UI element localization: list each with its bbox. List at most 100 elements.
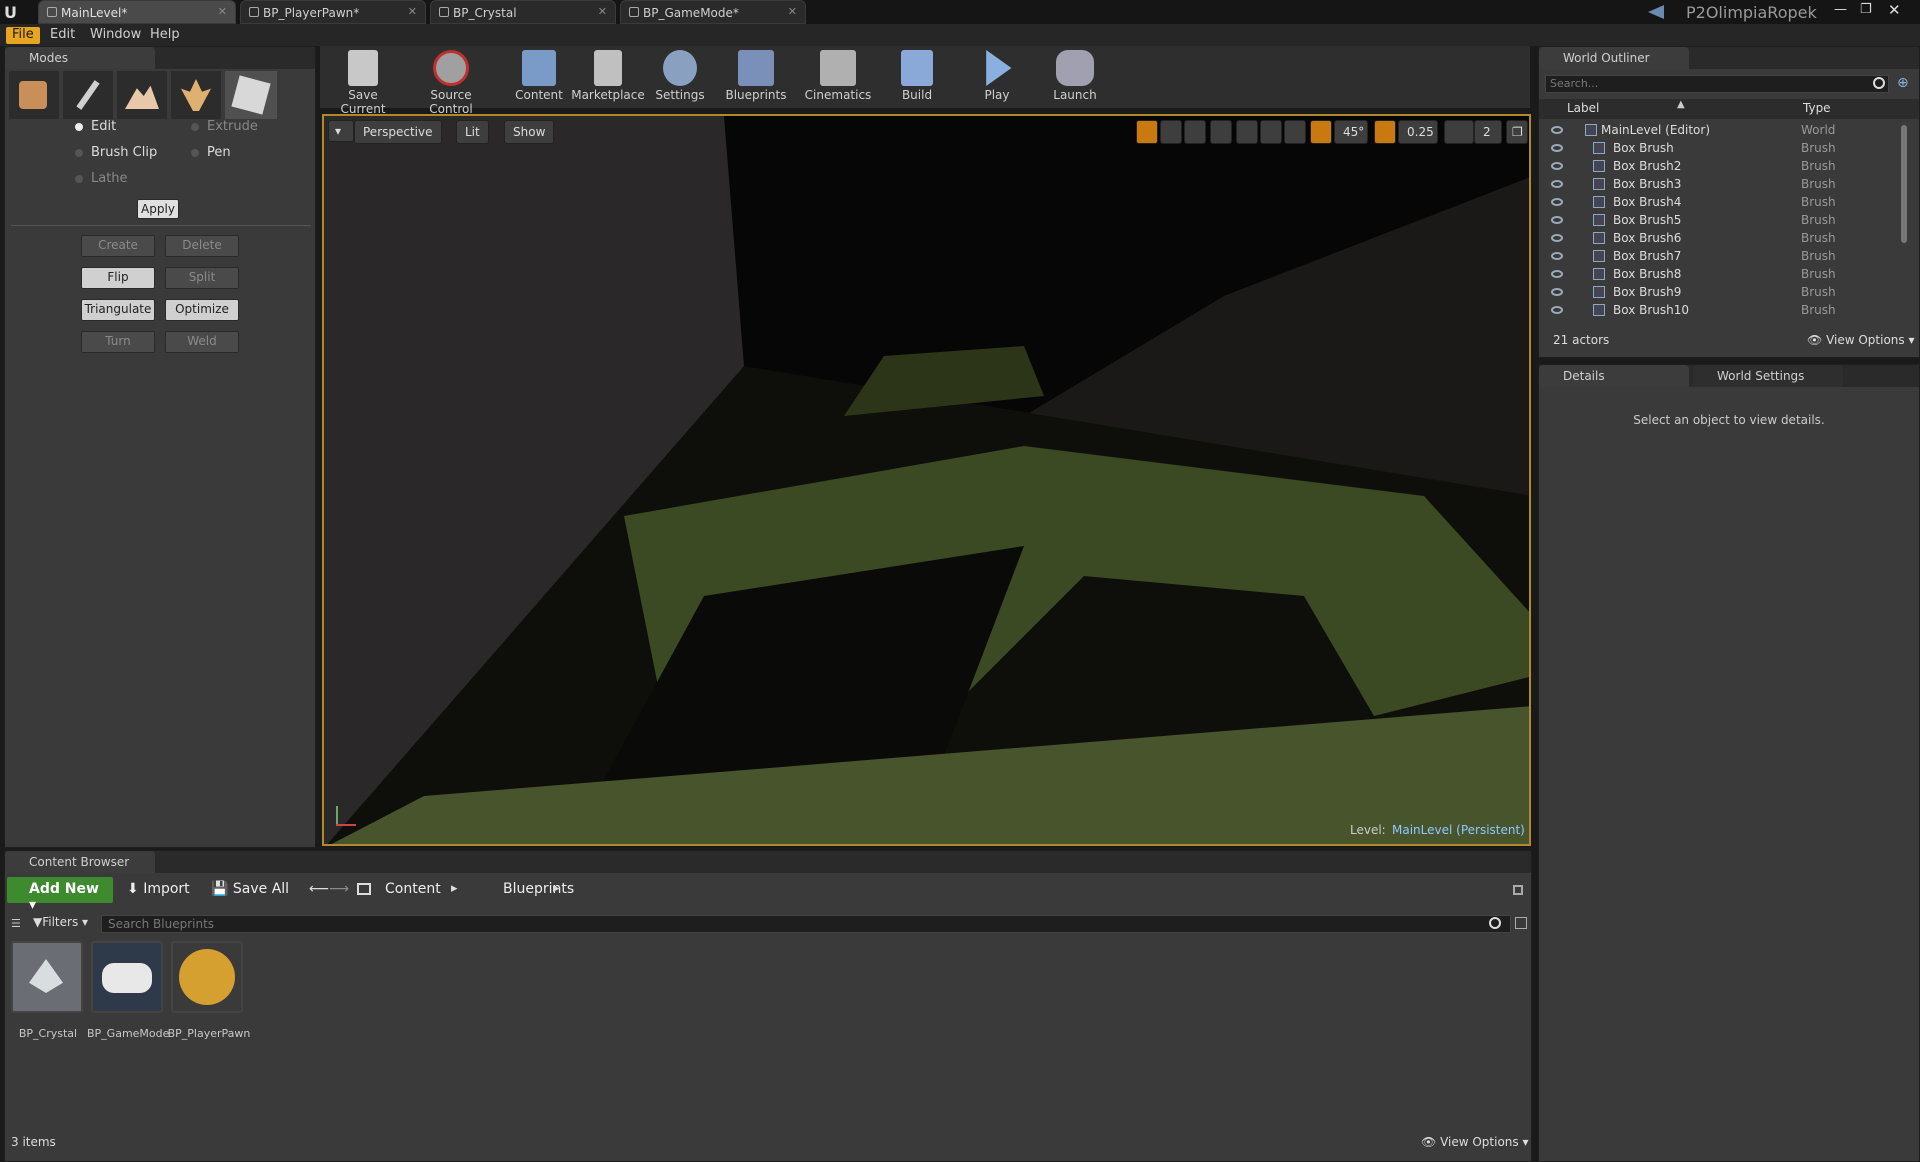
rotation-snap-value[interactable]: 45° (1334, 120, 1368, 144)
perspective-button[interactable]: Perspective (354, 120, 442, 144)
visibility-eye-icon[interactable] (1551, 306, 1563, 314)
flip-button[interactable]: Flip (81, 267, 155, 289)
menu-window[interactable]: Window (84, 27, 147, 44)
sources-toggle-icon[interactable]: ☰ (11, 917, 21, 930)
forward-arrow-icon[interactable]: ⟶ (329, 881, 349, 897)
blueprints-button[interactable]: Blueprints (724, 46, 788, 108)
tab-world-outliner[interactable]: World Outliner (1539, 47, 1689, 69)
radio-brush-clip[interactable] (75, 149, 83, 157)
weld-button[interactable]: Weld (165, 331, 239, 353)
visibility-eye-icon[interactable] (1551, 198, 1563, 206)
delete-button[interactable]: Delete (165, 235, 239, 257)
menu-help[interactable]: Help (144, 27, 186, 44)
outliner-row[interactable]: Box Brush10 Brush (1539, 301, 1894, 317)
mode-geometry-icon[interactable] (225, 71, 277, 119)
outliner-row[interactable]: Box Brush9 Brush (1539, 283, 1894, 301)
mode-place-icon[interactable] (9, 71, 59, 119)
visibility-eye-icon[interactable] (1551, 234, 1563, 242)
turn-button[interactable]: Turn (81, 331, 155, 353)
scale-tool-icon[interactable] (1184, 120, 1206, 144)
grid-snap-icon[interactable] (1260, 120, 1282, 144)
tab-world-settings[interactable]: World Settings (1693, 365, 1843, 387)
outliner-row[interactable]: MainLevel (Editor) World (1539, 121, 1894, 139)
asset-bp-gamemode[interactable] (91, 941, 163, 1013)
apply-button[interactable]: Apply (137, 199, 179, 219)
tab-mainlevel[interactable]: MainLevel* ✕ (38, 0, 236, 24)
radio-lathe[interactable] (75, 175, 83, 183)
add-new-button[interactable]: Add New ▾ (7, 877, 113, 913)
outliner-row[interactable]: Box Brush8 Brush (1539, 265, 1894, 283)
close-icon[interactable]: ✕ (218, 5, 227, 18)
radio-pen[interactable] (191, 149, 199, 157)
unreal-logo-icon[interactable]: U (4, 3, 22, 22)
maximize-viewport-icon[interactable]: ❐ (1506, 120, 1528, 144)
outliner-row[interactable]: Box Brush Brush (1539, 139, 1894, 157)
content-search-input[interactable]: Search Blueprints (101, 915, 1511, 933)
source-control-button[interactable]: Source Control (408, 46, 494, 116)
radio-edit[interactable] (75, 123, 83, 131)
content-button[interactable]: Content (512, 46, 566, 108)
menu-file[interactable]: File (6, 27, 40, 44)
outliner-search-input[interactable]: Search... (1545, 75, 1889, 93)
close-icon[interactable]: ✕ (598, 5, 607, 18)
mode-paint-icon[interactable] (63, 71, 113, 119)
scale-snap-icon[interactable] (1374, 120, 1396, 144)
tab-content-browser[interactable]: Content Browser (5, 851, 155, 873)
asset-bp-crystal[interactable] (11, 941, 83, 1013)
outliner-scrollbar[interactable] (1901, 125, 1907, 243)
cinematics-button[interactable]: Cinematics (804, 46, 872, 108)
save-search-icon[interactable] (1515, 917, 1527, 929)
tab-details[interactable]: Details (1539, 365, 1689, 387)
close-icon[interactable]: ✕ (408, 5, 417, 18)
visibility-eye-icon[interactable] (1551, 288, 1563, 296)
mode-landscape-icon[interactable] (117, 71, 167, 119)
tab-bp-playerpawn[interactable]: BP_PlayerPawn* ✕ (240, 0, 426, 24)
outliner-row[interactable]: Box Brush6 Brush (1539, 229, 1894, 247)
minimize-button[interactable]: — (1834, 2, 1847, 17)
settings-button[interactable]: Settings (650, 46, 710, 108)
content-view-options[interactable]: 👁 View Options ▾ (1421, 1135, 1529, 1149)
optimize-button[interactable]: Optimize (165, 299, 239, 321)
outliner-row[interactable]: Box Brush5 Brush (1539, 211, 1894, 229)
surface-snap-icon[interactable] (1236, 120, 1258, 144)
scale-snap-value[interactable]: 0.25 (1398, 120, 1438, 144)
maximize-button[interactable]: ❐ (1860, 2, 1872, 17)
create-button[interactable]: Create (81, 235, 155, 257)
lock-icon[interactable] (1513, 885, 1523, 895)
breadcrumb-content[interactable]: Content (385, 881, 441, 897)
radio-extrude[interactable] (191, 123, 199, 131)
rotate-tool-icon[interactable] (1160, 120, 1182, 144)
outliner-row[interactable]: Box Brush4 Brush (1539, 193, 1894, 211)
marketplace-button[interactable]: Marketplace (570, 46, 646, 108)
feedback-icon[interactable] (1648, 5, 1664, 19)
outliner-view-options[interactable]: 👁 View Options ▾ (1807, 333, 1915, 347)
outliner-row[interactable]: Box Brush3 Brush (1539, 175, 1894, 193)
outliner-row[interactable]: Box Brush2 Brush (1539, 157, 1894, 175)
close-window-button[interactable]: ✕ (1888, 1, 1901, 19)
translate-tool-icon[interactable] (1136, 120, 1158, 144)
import-button[interactable]: ⬇ Import (127, 881, 190, 897)
filters-button[interactable]: ▼Filters ▾ (33, 915, 88, 929)
tab-bp-crystal[interactable]: BP_Crystal ✕ (430, 0, 616, 24)
back-arrow-icon[interactable]: ⟵ (309, 881, 329, 897)
menu-edit[interactable]: Edit (44, 27, 81, 44)
visibility-eye-icon[interactable] (1551, 216, 1563, 224)
mode-foliage-icon[interactable] (171, 71, 221, 119)
col-type[interactable]: Type (1803, 101, 1831, 115)
tab-modes[interactable]: Modes (5, 47, 155, 69)
rotation-snap-icon[interactable] (1310, 120, 1332, 144)
camera-speed-value[interactable]: 2 (1474, 120, 1502, 144)
asset-bp-playerpawn[interactable] (171, 941, 243, 1013)
show-button[interactable]: Show (504, 120, 555, 144)
visibility-eye-icon[interactable] (1551, 144, 1563, 152)
visibility-eye-icon[interactable] (1551, 162, 1563, 170)
viewport-options-button[interactable]: ▾ (328, 120, 354, 142)
build-button[interactable]: Build (892, 46, 942, 108)
camera-speed-icon[interactable] (1444, 120, 1474, 144)
triangulate-button[interactable]: Triangulate (81, 299, 155, 321)
tab-bp-gamemode[interactable]: BP_GameMode* ✕ (620, 0, 806, 24)
visibility-eye-icon[interactable] (1551, 270, 1563, 278)
lit-button[interactable]: Lit (456, 120, 489, 144)
save-current-button[interactable]: Save Current (326, 46, 400, 116)
close-icon[interactable]: ✕ (788, 5, 797, 18)
